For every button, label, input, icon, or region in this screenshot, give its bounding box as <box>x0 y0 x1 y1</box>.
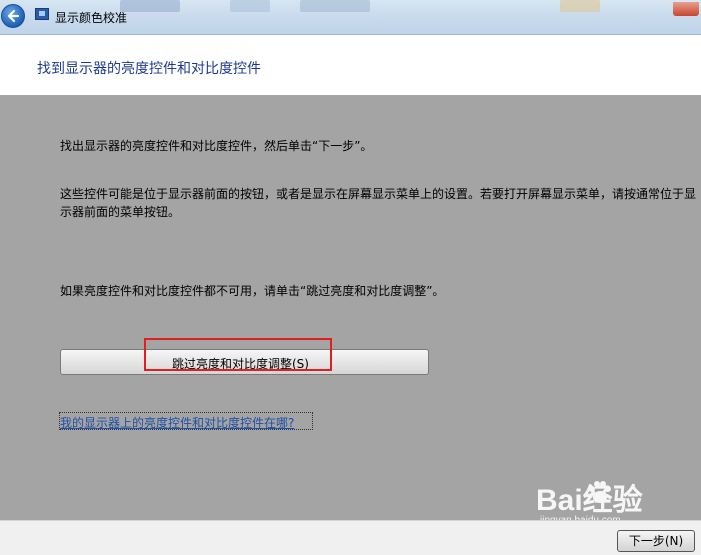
help-link[interactable]: 我的显示器上的亮度控件和对比度控件在哪? <box>59 412 313 431</box>
back-arrow-icon[interactable] <box>1 4 25 28</box>
instruction-text: 找出显示器的亮度控件和对比度控件，然后单击“下一步”。 <box>60 139 373 153</box>
title-bar: 显示颜色校准 <box>0 0 701 35</box>
annotation-highlight-box <box>144 338 332 371</box>
close-icon[interactable] <box>673 2 699 16</box>
background-blur <box>230 0 270 12</box>
focus-outline <box>59 412 313 430</box>
window-title: 显示颜色校准 <box>55 11 128 25</box>
next-button[interactable]: 下一步(N) <box>617 530 695 552</box>
content-area: 找出显示器的亮度控件和对比度控件，然后单击“下一步”。 这些控件可能是位于显示器… <box>0 95 701 526</box>
header: 找到显示器的亮度控件和对比度控件 <box>0 35 701 94</box>
display-calibration-icon <box>35 8 49 20</box>
footer: 下一步(N) <box>0 520 701 555</box>
unavailable-note: 如果亮度控件和对比度控件都不可用，请单击“跳过亮度和对比度调整”。 <box>60 284 445 298</box>
baidu-paw-icon <box>589 481 611 503</box>
background-blur <box>300 0 370 12</box>
description-text: 这些控件可能是位于显示器前面的按钮，或者是显示在屏幕显示菜单上的设置。若要打开屏… <box>60 187 697 219</box>
page-title: 找到显示器的亮度控件和对比度控件 <box>37 61 261 77</box>
background-blur <box>120 0 180 12</box>
background-blur <box>560 0 600 12</box>
